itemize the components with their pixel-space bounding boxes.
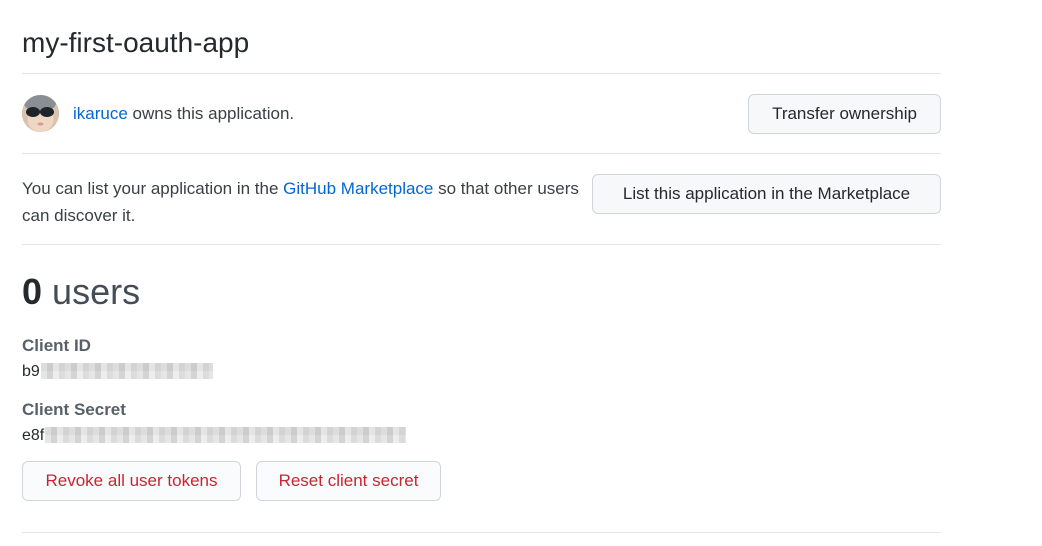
avatar[interactable] bbox=[22, 95, 59, 132]
client-secret-label: Client Secret bbox=[22, 400, 126, 419]
users-count: 0 users bbox=[22, 270, 140, 314]
owner-row: ikaruce owns this application. Transfer … bbox=[22, 93, 941, 134]
github-marketplace-link[interactable]: GitHub Marketplace bbox=[283, 179, 433, 198]
users-count-label: users bbox=[52, 271, 141, 312]
list-in-marketplace-button[interactable]: List this application in the Marketplace bbox=[592, 174, 941, 214]
client-id-value[interactable]: b9 bbox=[22, 362, 213, 382]
owner-statement-text: owns this application. bbox=[127, 104, 295, 123]
reset-client-secret-button[interactable]: Reset client secret bbox=[256, 461, 441, 501]
marketplace-description: You can list your application in the Git… bbox=[22, 175, 582, 229]
divider bbox=[22, 244, 941, 245]
client-id-visible-prefix: b9 bbox=[22, 363, 40, 380]
marketplace-text-before: You can list your application in the bbox=[22, 179, 284, 198]
client-id-label: Client ID bbox=[22, 336, 91, 355]
redacted-client-secret bbox=[45, 427, 407, 443]
revoke-all-user-tokens-button[interactable]: Revoke all user tokens bbox=[22, 461, 241, 501]
page-title: my-first-oauth-app bbox=[22, 27, 250, 58]
owner-username-link[interactable]: ikaruce bbox=[73, 104, 128, 123]
client-secret-visible-prefix: e8f bbox=[22, 427, 45, 444]
transfer-ownership-button[interactable]: Transfer ownership bbox=[748, 94, 941, 134]
owner-statement: ikaruce owns this application. bbox=[73, 104, 294, 124]
redacted-client-id bbox=[40, 363, 213, 379]
divider bbox=[22, 532, 941, 533]
divider bbox=[22, 153, 941, 154]
divider bbox=[22, 73, 941, 74]
users-count-number: 0 bbox=[22, 271, 43, 312]
client-secret-value[interactable]: e8f bbox=[22, 426, 407, 446]
avatar-image bbox=[22, 95, 59, 132]
oauth-app-settings-page: my-first-oauth-app ikaruce owns this app… bbox=[0, 0, 1042, 546]
